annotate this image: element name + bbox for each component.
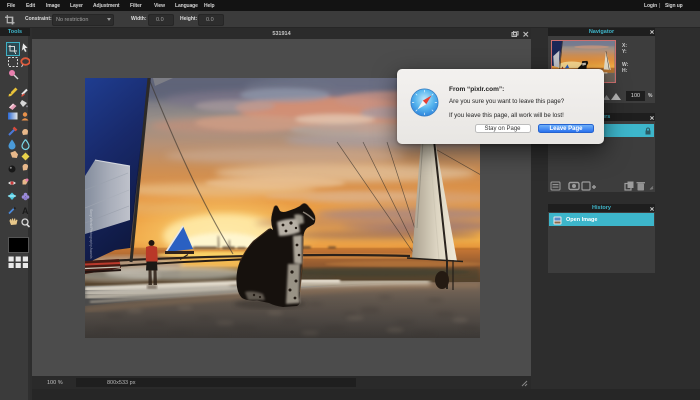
svg-text:Sony World Photography Awards: Sony World Photography Awards — [89, 209, 93, 259]
svg-text:A: A — [22, 206, 29, 216]
